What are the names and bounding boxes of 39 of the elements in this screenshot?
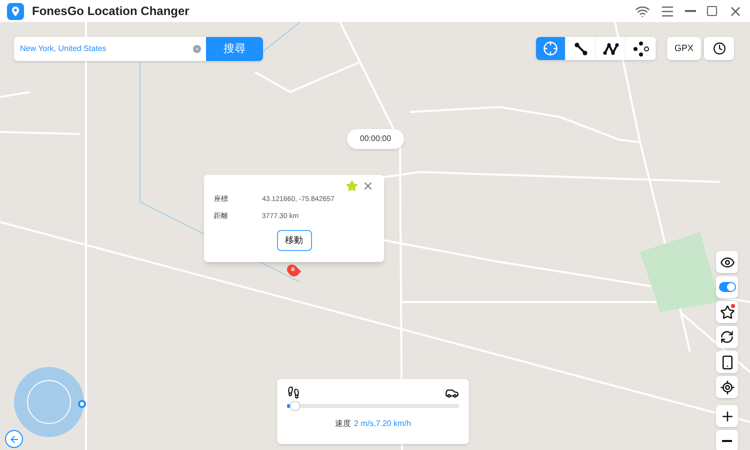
zoom-out-button[interactable]	[716, 430, 738, 450]
refresh-button[interactable]	[716, 326, 738, 348]
mode-button[interactable]	[566, 37, 596, 60]
speed-label: 速度	[335, 418, 352, 430]
locate-icon	[720, 380, 734, 394]
zigzag-dots-icon	[602, 42, 618, 56]
clock-icon	[712, 42, 726, 55]
minimize-icon	[685, 10, 696, 12]
eye-button[interactable]	[716, 251, 738, 273]
four-dots-icon	[632, 40, 648, 56]
two-dots-line-icon	[574, 42, 588, 56]
clear-icon[interactable]	[193, 45, 201, 53]
star-button[interactable]	[716, 301, 738, 323]
wifi-icon	[635, 4, 650, 18]
back-button[interactable]	[5, 430, 23, 448]
gpx-button[interactable]: GPX	[667, 37, 701, 60]
search-button[interactable]: 搜尋	[206, 37, 263, 61]
arrow-left-icon	[8, 434, 20, 444]
window-title: FonesGo Location Changer	[32, 3, 190, 20]
mode-button[interactable]	[596, 37, 626, 60]
history-button[interactable]	[704, 37, 734, 60]
refresh-icon	[720, 330, 734, 344]
mode-button[interactable]	[626, 37, 656, 60]
toggle-switch[interactable]	[716, 276, 738, 298]
move-button[interactable]: 移動	[276, 230, 312, 251]
zoom-in-button[interactable]	[716, 405, 738, 427]
timer: 00:00:00	[347, 129, 404, 149]
crosshair-icon	[543, 41, 558, 56]
phone-icon	[720, 354, 734, 370]
plus-icon	[720, 408, 734, 424]
maximize-button[interactable]	[706, 5, 718, 17]
favorite-star-icon[interactable]	[346, 180, 358, 192]
eye-icon	[720, 254, 734, 270]
speed-value: 2 m/s,7.20 km/h	[354, 418, 411, 430]
app-logo-icon	[7, 2, 24, 20]
close-icon[interactable]	[362, 180, 374, 192]
menu-button[interactable]	[660, 4, 675, 18]
locate-button[interactable]	[716, 376, 738, 398]
minus-icon	[722, 440, 732, 442]
